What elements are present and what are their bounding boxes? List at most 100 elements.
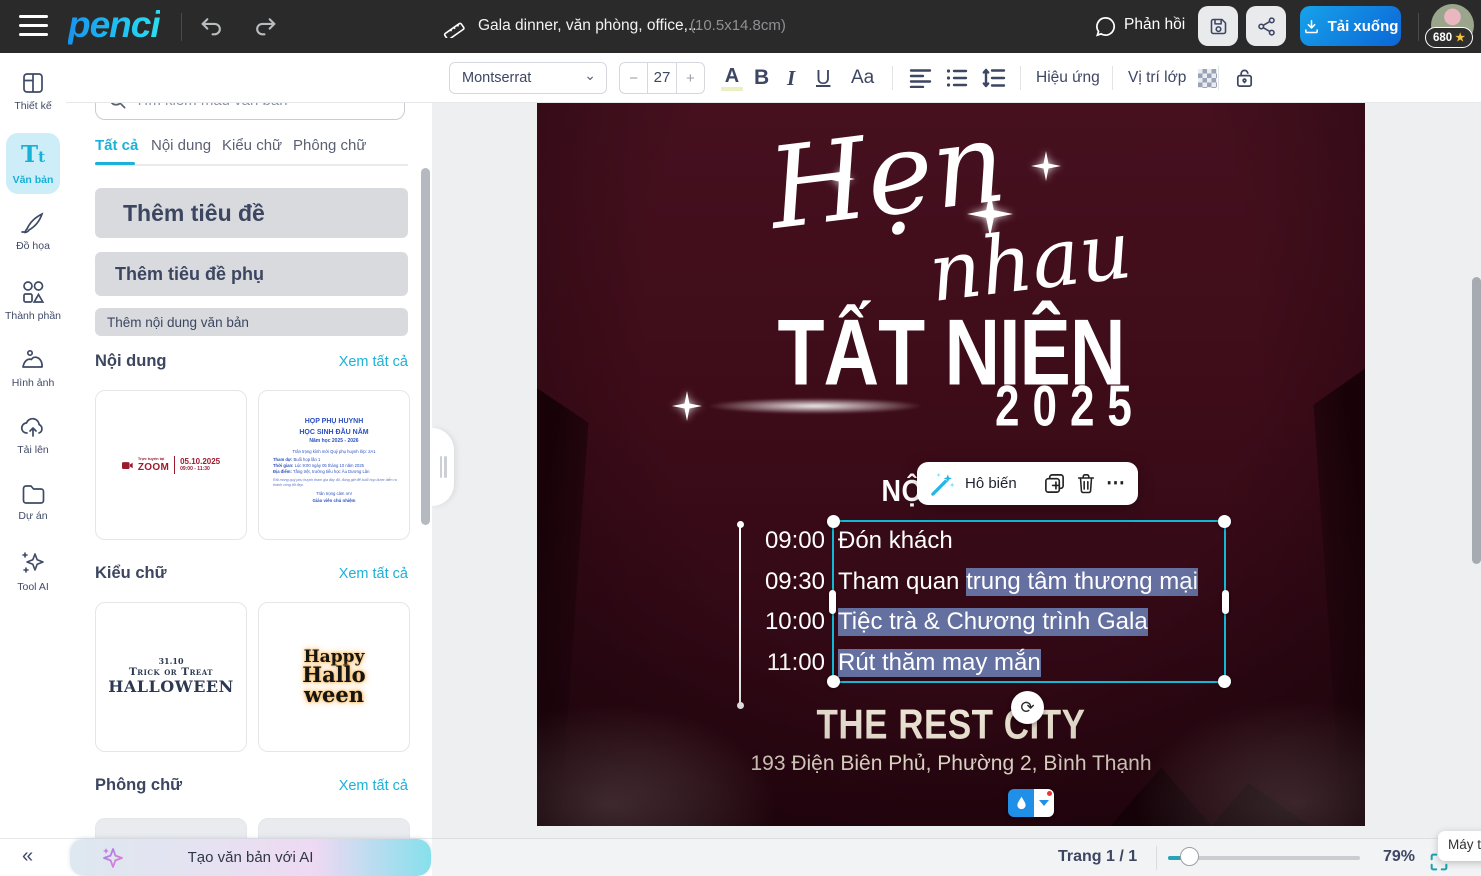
divider xyxy=(181,13,182,41)
font-select[interactable]: Montserrat ⌄ xyxy=(449,62,607,94)
canvas-venue[interactable]: THE REST CITY xyxy=(537,702,1365,749)
collapse-sidebar-button[interactable]: « xyxy=(22,845,33,868)
download-label: Tải xuống xyxy=(1328,18,1399,35)
transparency-button[interactable] xyxy=(1198,69,1217,88)
sidebar-item-upload[interactable]: Tải lên xyxy=(0,415,66,456)
doc-title[interactable]: Gala dinner, văn phòng, office,... xyxy=(478,17,701,35)
bullet-list-button[interactable] xyxy=(946,53,968,103)
tab-all[interactable]: Tất cả xyxy=(95,137,138,154)
sidebar-rail: Thiết kế Tt Văn bản Đồ họa Thành phần Hì… xyxy=(0,53,66,876)
add-subheading-button[interactable]: Thêm tiêu đề phụ xyxy=(95,252,408,296)
status-bar: Trang 1 / 1 79% xyxy=(432,838,1481,876)
section-title: Kiểu chữ xyxy=(95,564,167,583)
font-size-decrease[interactable]: − xyxy=(620,70,647,87)
line-spacing-button[interactable] xyxy=(982,53,1006,103)
template-card-zoom[interactable]: Trực tuyến tạiZOOM 05.10.202509:00 - 11:… xyxy=(95,390,247,540)
template-card-trickortreat[interactable]: 31.10 Trick or Treat HALLOWEEN xyxy=(95,602,247,752)
font-size-stepper: − 27 + xyxy=(619,62,705,94)
layer-position-button[interactable]: Vị trí lớp xyxy=(1128,53,1186,103)
selection-handle-se[interactable] xyxy=(1218,675,1231,688)
pen-icon xyxy=(20,211,46,235)
zoom-slider-knob[interactable] xyxy=(1180,847,1199,866)
ai-generate-label: Tạo văn bản với AI xyxy=(188,849,314,866)
sidebar-item-text[interactable]: Tt Văn bản xyxy=(6,133,60,194)
delete-button[interactable] xyxy=(1075,472,1097,495)
water-drop-icon xyxy=(1016,796,1027,810)
bold-button[interactable]: B xyxy=(754,53,769,103)
duplicate-button[interactable] xyxy=(1043,472,1066,495)
canvas-address[interactable]: 193 Điện Biên Phủ, Phường 2, Bình Thạnh xyxy=(537,752,1365,776)
video-camera-icon xyxy=(122,461,133,470)
sidebar-item-label: Tool AI xyxy=(17,581,49,593)
align-button[interactable] xyxy=(909,53,932,103)
tab-font[interactable]: Phông chữ xyxy=(293,137,366,154)
water-drop-extension-button[interactable] xyxy=(1008,789,1054,817)
tab-content[interactable]: Nội dung xyxy=(151,137,211,154)
font-size-value[interactable]: 27 xyxy=(647,63,676,93)
chat-icon xyxy=(1094,15,1117,38)
selection-handle-w[interactable] xyxy=(829,590,836,614)
share-button[interactable] xyxy=(1246,6,1286,46)
tab-typestyle[interactable]: Kiểu chữ xyxy=(222,137,282,154)
sidebar-item-components[interactable]: Thành phần xyxy=(0,279,66,322)
selection-box[interactable] xyxy=(832,520,1226,683)
text-panel: Tất cả Nội dung Kiểu chữ Phông chữ Thêm … xyxy=(66,53,432,876)
page-scrollbar[interactable] xyxy=(1472,277,1481,564)
page-indicator[interactable]: Trang 1 / 1 xyxy=(1058,848,1137,866)
text-color-button[interactable]: A xyxy=(721,53,743,103)
canvas-title[interactable]: TẤT NIÊN xyxy=(537,299,1365,408)
effects-button[interactable]: Hiệu ứng xyxy=(1036,53,1100,103)
selection-handle-ne[interactable] xyxy=(1218,515,1231,528)
timeline-line xyxy=(739,525,741,705)
download-button[interactable]: Tải xuống xyxy=(1300,6,1401,46)
panel-collapse-handle[interactable] xyxy=(432,428,454,506)
halloween-line3: HALLOWEEN xyxy=(108,678,233,696)
credits-badge[interactable]: 680 ★ xyxy=(1425,27,1473,48)
hamburger-menu-icon[interactable] xyxy=(19,15,48,36)
selection-handle-nw[interactable] xyxy=(827,515,840,528)
see-all-link[interactable]: Xem tất cả xyxy=(339,778,408,794)
text-case-button[interactable]: Aa xyxy=(851,53,874,103)
floating-toolbar: Hô biến ⋯ xyxy=(917,462,1138,505)
sidebar-item-label: Hình ảnh xyxy=(12,377,55,389)
add-body-text-button[interactable]: Thêm nội dung văn bản xyxy=(95,308,408,336)
magic-button[interactable]: Hô biến xyxy=(965,475,1017,492)
sidebar-item-projects[interactable]: Dự án xyxy=(0,483,66,522)
panel-scrollbar[interactable] xyxy=(421,168,430,525)
sidebar-item-tool-ai[interactable]: Tool AI xyxy=(0,550,66,593)
divider xyxy=(1156,846,1157,870)
meeting-note: Rất mong quý phụ huynh tham gia đầy đủ, … xyxy=(267,476,401,489)
rotate-handle[interactable]: ⟳ xyxy=(1011,691,1044,724)
add-heading-button[interactable]: Thêm tiêu đề xyxy=(95,188,408,238)
sidebar-item-graphics[interactable]: Đồ họa xyxy=(0,211,66,252)
penci-logo[interactable]: penci xyxy=(68,4,160,46)
dropdown-arrow[interactable] xyxy=(1039,800,1049,806)
font-size-increase[interactable]: + xyxy=(677,70,704,87)
selection-handle-sw[interactable] xyxy=(827,675,840,688)
folder-icon xyxy=(21,483,46,505)
ai-generate-button[interactable]: Tạo văn bản với AI xyxy=(70,839,431,876)
see-all-link[interactable]: Xem tất cả xyxy=(339,354,408,370)
zoom-percentage[interactable]: 79% xyxy=(1383,848,1415,866)
italic-button[interactable]: I xyxy=(787,53,795,103)
template-card-happyhalloween[interactable]: Happy Hallo ween xyxy=(258,602,410,752)
sidebar-item-label: Đồ họa xyxy=(16,240,50,252)
sidebar-item-label: Văn bản xyxy=(13,174,54,186)
selection-handle-e[interactable] xyxy=(1222,590,1229,614)
redo-button[interactable] xyxy=(253,15,278,38)
underline-button[interactable]: U xyxy=(816,53,830,103)
undo-button[interactable] xyxy=(199,15,224,38)
lock-button[interactable] xyxy=(1234,67,1255,89)
template-card-meeting[interactable]: HỌP PHỤ HUYNH HỌC SINH ĐẦU NĂM Năm học 2… xyxy=(258,390,410,540)
meeting-subtitle: Năm học 2025 - 2026 xyxy=(267,438,401,446)
feedback-button[interactable]: Phản hồi xyxy=(1124,16,1185,34)
app-header: penci Gala dinner, văn phòng, office,...… xyxy=(0,0,1481,53)
workspace: Hẹn nhau TẤT NIÊN 2025 NỘI DUNG 09:00Đón… xyxy=(432,103,1481,838)
sidebar-item-design[interactable]: Thiết kế xyxy=(0,71,66,112)
see-all-link[interactable]: Xem tất cả xyxy=(339,566,408,582)
more-options-button[interactable]: ⋯ xyxy=(1106,472,1126,495)
save-button[interactable] xyxy=(1198,6,1238,46)
section-header-font: Phông chữ Xem tất cả xyxy=(95,776,408,795)
sidebar-item-images[interactable]: Hình ảnh xyxy=(0,347,66,389)
canvas-year[interactable]: 2025 xyxy=(995,375,1145,440)
